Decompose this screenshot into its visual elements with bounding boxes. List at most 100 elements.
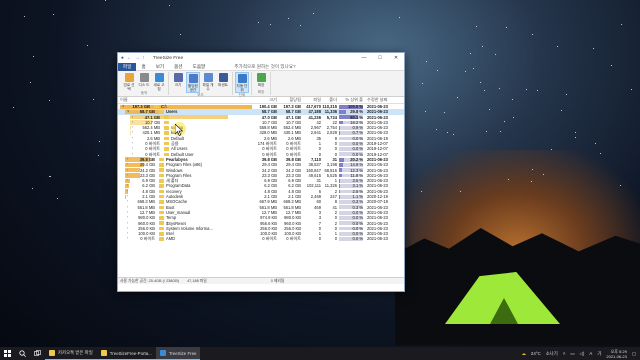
folder-tree: ∨ 197.3 GB C:\ 190.4 GB 197.3 GB 417,670 110,3… [118,104,404,277]
ribbon-group-label: 확장 [257,90,265,94]
menu-options[interactable]: 옵션 [169,63,187,71]
star [505,27,507,29]
menu-bar: 파일 홈 보기 옵션 도움말 추가적으로 원하는 것이 있나요? [118,62,404,71]
cell-size: 0 바이트 [262,236,277,242]
col-size[interactable]: 크기 [254,97,278,103]
weather-icon[interactable]: ☁ [521,351,525,357]
menu-file[interactable]: 파일 [118,62,137,71]
star [312,12,314,14]
ribbon-button-label: 확장 [257,83,265,87]
notification-icon[interactable]: ▢ [632,351,636,357]
star [53,13,55,15]
chevron-up-icon[interactable]: ˄ [563,351,566,356]
ribbon-button[interactable]: 확장 [254,72,268,90]
title-bar[interactable]: ● ← → ↑ TreeSize Free — □ ✕ [118,53,404,63]
close-button[interactable]: ✕ [388,55,404,61]
folder-icon [164,141,169,146]
col-files[interactable]: 파일 [302,97,322,103]
ribbon-button[interactable]: 파일 개수 [201,72,215,93]
star [531,33,533,35]
file-count-icon [203,73,213,82]
search-icon[interactable] [15,347,30,360]
weather-temp[interactable]: 24°C [531,351,541,356]
ime-indicator[interactable]: 가 [597,351,601,357]
ribbon-group-label: 동작 [140,91,148,95]
percent-text: 0.0 % [352,215,363,221]
star [105,0,107,2]
col-percent[interactable]: % 상위 폴 [338,97,364,103]
tree-row[interactable]: › 0 바이트 AMD 0 바이트 0 바이트 0 0 0.0 % 2021-06-23 [118,236,404,241]
star [425,110,427,112]
star [98,141,100,143]
star [550,149,552,151]
star [536,90,538,92]
star [489,109,491,111]
minimize-button[interactable]: — [356,55,372,61]
ribbon-button[interactable]: 퍼센트 [216,72,230,93]
auto-unit-icon [237,74,247,83]
ribbon-group: 업로 선택 디스 드 새로 고침동작 [120,72,169,95]
volume-icon[interactable]: ◁) [580,351,585,357]
maximize-button[interactable]: □ [372,55,388,61]
folder-icon [159,194,164,199]
start-button[interactable] [0,347,15,360]
clock[interactable]: 오후 5:29 2021-06-23 [606,349,626,359]
taskbar-app[interactable]: TreeSizeFree-Porta... [96,347,156,360]
star [32,187,34,189]
star [457,97,458,99]
folder-select-icon [124,73,134,82]
menu-home[interactable]: 홈 [136,63,150,71]
percent-bar [339,173,342,178]
back-icon[interactable]: ← [127,56,132,61]
ribbon-button[interactable]: 할당된 공간 [186,72,200,93]
ribbon-button[interactable]: 업로 선택 [122,72,136,91]
star [592,47,594,49]
folder-icon [159,205,164,210]
weather-desc[interactable]: 소나기 [546,351,558,357]
ribbon-button-label: 할당된 공간 [188,84,198,92]
percent-icon [218,73,228,82]
star [499,87,501,89]
star [444,112,446,114]
col-name[interactable]: 이름 [118,97,254,103]
menu-view[interactable]: 보기 [151,63,169,71]
up-icon[interactable]: ↑ [143,56,145,61]
menu-help[interactable]: 도움말 [188,63,211,71]
network-icon[interactable]: ▭ [570,351,574,357]
star [435,129,437,131]
folder-icon [159,173,164,178]
ribbon-button[interactable]: 디스 드 [137,72,151,91]
ribbon-button[interactable]: 새로 고침 [152,72,166,91]
folder-icon [164,136,169,141]
app-icon: ● [121,55,124,61]
star [611,64,613,66]
folder-icon [159,226,164,231]
expand-icon [256,73,266,82]
star [269,24,271,26]
cell-files: 0 [318,236,321,242]
taskbar-app[interactable]: 카카오톡 받은 파일 [45,347,97,360]
taskbar-app[interactable]: TreeSize Free [155,347,201,360]
star [495,53,497,55]
taskbar-app-label: 카카오톡 받은 파일 [58,350,93,355]
star [446,132,448,134]
language-indicator[interactable]: A [589,351,592,356]
forward-icon[interactable]: → [135,56,140,61]
star [469,52,471,54]
system-tray: ☁ 24°C 소나기 ˄ ▭ ◁) A 가 오후 5:29 2021-06-23… [521,349,640,359]
col-allocated[interactable]: 할당됨 [278,97,302,103]
star [258,21,260,23]
star [98,154,100,156]
tell-me-box[interactable]: 추가적으로 원하는 것이 있나요? [234,64,295,70]
task-view-icon[interactable] [30,347,45,360]
folder-icon [164,120,169,125]
star [23,16,25,18]
ribbon-button[interactable]: 자동 단위 [235,72,249,93]
ribbon-button[interactable]: 크기 [171,72,185,93]
star [574,137,576,139]
col-modified[interactable]: 수정한 날짜 [364,97,404,103]
star [512,99,514,101]
folder-icon [159,179,164,183]
col-folders[interactable]: 폴더 [322,97,338,103]
folder-icon [159,110,164,114]
